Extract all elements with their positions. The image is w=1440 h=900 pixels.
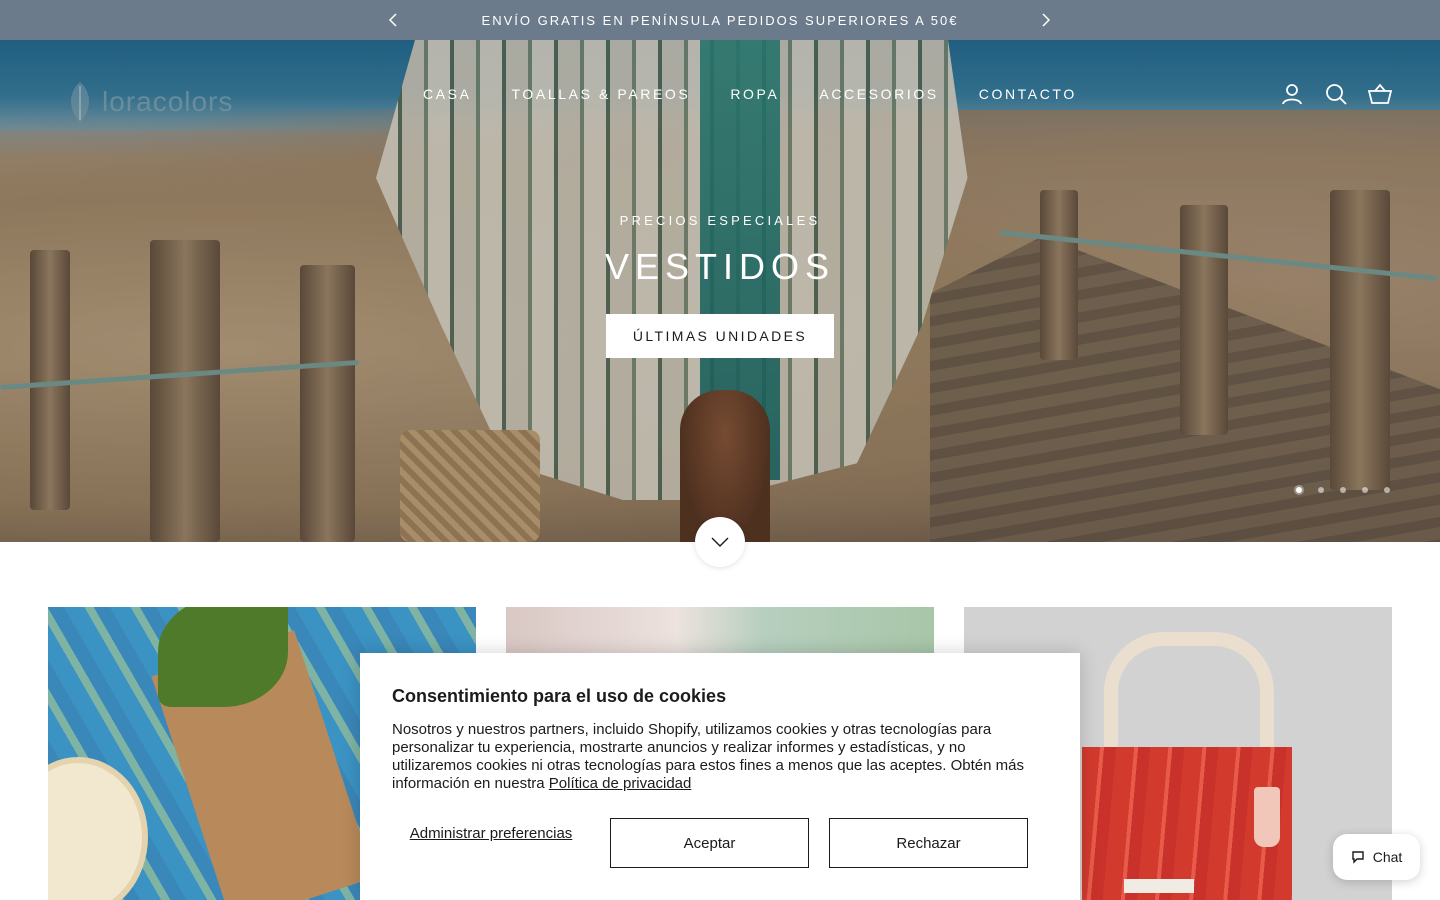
chevron-left-icon: [388, 13, 397, 27]
hero-subtitle: PRECIOS ESPECIALES: [619, 213, 821, 228]
hero-cta-button[interactable]: ÚLTIMAS UNIDADES: [606, 314, 834, 358]
announcement-bar: ENVÍO GRATIS EN PENÍNSULA PEDIDOS SUPERI…: [0, 0, 1440, 40]
scroll-down-button[interactable]: [695, 517, 745, 567]
announcement-prev-button[interactable]: [383, 10, 403, 30]
cookie-body: Nosotros y nuestros partners, incluido S…: [392, 721, 1042, 793]
card-image-bag-label: [1124, 879, 1194, 893]
hero-content: PRECIOS ESPECIALES VESTIDOS ÚLTIMAS UNID…: [0, 213, 1440, 358]
cookie-actions: Administrar preferencias Aceptar Rechaza…: [392, 818, 1048, 868]
announcement-next-button[interactable]: [1036, 10, 1056, 30]
logo-leaf-icon: [71, 82, 89, 122]
nav-item-toallas-pareos[interactable]: TOALLAS & PAREOS: [512, 86, 691, 102]
slide-dot[interactable]: [1384, 487, 1390, 493]
cookie-body-text: Nosotros y nuestros partners, incluido S…: [392, 721, 1024, 792]
slide-dot[interactable]: [1340, 487, 1346, 493]
hero-title: VESTIDOS: [604, 246, 836, 287]
chat-label: Chat: [1372, 849, 1403, 865]
card-image-plate: [48, 757, 148, 900]
slide-dot[interactable]: [1362, 487, 1368, 493]
nav-item-contacto[interactable]: CONTACTO: [979, 86, 1077, 102]
site-header: loracolors CASA TOALLAS & PAREOS ROPA AC…: [0, 40, 1440, 150]
header-icons: [1280, 82, 1392, 106]
privacy-policy-link[interactable]: Política de privacidad: [549, 775, 692, 792]
cart-icon: [1368, 83, 1392, 104]
chat-bubble-icon: [1352, 851, 1364, 864]
card-image-tassel: [1254, 787, 1280, 847]
logo-text: loracolors: [102, 86, 234, 117]
chat-button[interactable]: Chat: [1333, 834, 1420, 880]
accept-cookies-button[interactable]: Aceptar: [610, 818, 809, 868]
slideshow-dots: [1296, 487, 1390, 493]
account-icon: [1282, 84, 1302, 105]
cookie-title: Consentimiento para el uso de cookies: [392, 686, 727, 706]
search-button[interactable]: [1324, 82, 1348, 106]
search-icon: [1326, 84, 1347, 105]
manage-preferences-link[interactable]: Administrar preferencias: [392, 825, 590, 842]
nav-item-ropa[interactable]: ROPA: [730, 86, 779, 102]
slide-dot[interactable]: [1318, 487, 1324, 493]
cookie-consent-banner: Consentimiento para el uso de cookies No…: [360, 653, 1080, 900]
nav-item-accesorios[interactable]: ACCESORIOS: [819, 86, 938, 102]
chevron-right-icon: [1042, 13, 1051, 27]
main-nav: CASA TOALLAS & PAREOS ROPA ACCESORIOS CO…: [423, 86, 1077, 102]
announcement-text: ENVÍO GRATIS EN PENÍNSULA PEDIDOS SUPERI…: [481, 12, 959, 28]
account-button[interactable]: [1280, 82, 1304, 106]
reject-cookies-button[interactable]: Rechazar: [829, 818, 1028, 868]
slide-dot[interactable]: [1296, 487, 1302, 493]
cart-button[interactable]: [1368, 82, 1392, 106]
chevron-down-icon: [711, 537, 729, 547]
site-logo[interactable]: loracolors: [62, 80, 233, 124]
nav-item-casa[interactable]: CASA: [423, 86, 472, 102]
